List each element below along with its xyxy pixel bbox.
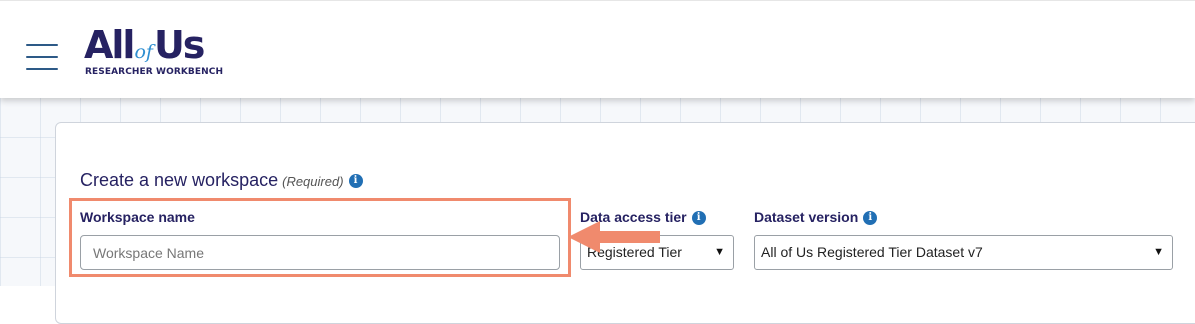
info-icon[interactable]: i <box>691 211 706 226</box>
logo-subtitle: RESEARCHER WORKBENCH <box>85 67 224 77</box>
annotation-arrow-icon <box>568 221 660 253</box>
workspace-name-label: Workspace name <box>80 209 195 225</box>
dataset-version-label-text: Dataset version <box>754 209 859 225</box>
app-header: AllofUs RESEARCHER WORKBENCH <box>0 0 1195 98</box>
all-of-us-logo[interactable]: AllofUs RESEARCHER WORKBENCH <box>84 25 244 81</box>
logo-all: All <box>84 23 135 67</box>
logo-wordmark: AllofUs <box>84 23 206 72</box>
info-icon[interactable]: i <box>348 174 363 189</box>
logo-of: of <box>134 41 153 63</box>
section-title-text: Create a new workspace <box>80 170 279 190</box>
chevron-down-icon: ▼ <box>1153 246 1164 258</box>
logo-us: Us <box>153 23 206 67</box>
hamburger-menu-icon[interactable] <box>26 44 58 70</box>
dataset-version-label: Dataset version i <box>754 209 878 226</box>
dataset-version-select[interactable]: All of Us Registered Tier Dataset v7 ▼ <box>754 235 1173 270</box>
required-note: (Required) <box>282 174 344 189</box>
dataset-version-value: All of Us Registered Tier Dataset v7 <box>761 244 983 260</box>
info-icon[interactable]: i <box>863 211 878 226</box>
workspace-name-input[interactable] <box>80 235 560 270</box>
section-title: Create a new workspace (Required) i <box>80 170 363 191</box>
chevron-down-icon: ▼ <box>714 246 725 258</box>
